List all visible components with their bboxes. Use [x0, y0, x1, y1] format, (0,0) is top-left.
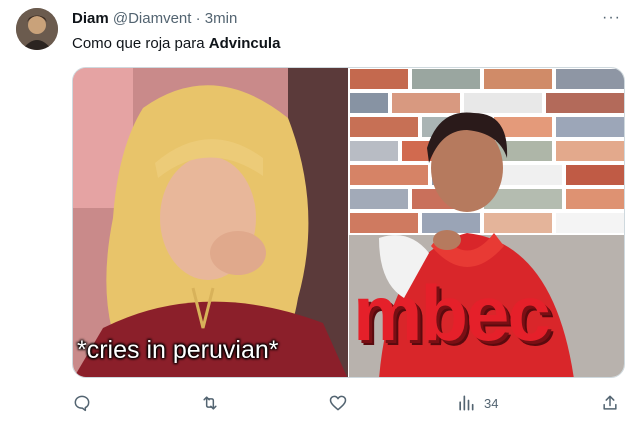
share-icon [603, 395, 617, 410]
heart-icon [329, 395, 347, 411]
tweet-text-bold: Advincula [208, 35, 281, 52]
media-left-image[interactable]: *cries in peruvian* [73, 68, 348, 377]
tweet-text-prefix: Como que roja para [72, 35, 205, 52]
tweet-header: Diam @Diamvent · 3min [72, 10, 237, 28]
more-options-button[interactable]: ··· [602, 9, 621, 27]
display-name[interactable]: Diam [72, 10, 109, 27]
retweet-button[interactable] [200, 391, 220, 415]
timestamp[interactable]: 3min [205, 10, 238, 27]
reply-button[interactable] [72, 391, 92, 415]
media-right-image[interactable]: mbec [349, 68, 624, 377]
tweet-text: Como que roja para Advincula [72, 34, 280, 54]
tweet-actions: 34 [0, 391, 640, 415]
tweet-media[interactable]: *cries in peruvian* mbec [72, 67, 625, 378]
meme-overlay-text: mbec [353, 269, 551, 357]
handle[interactable]: @Diamvent [113, 10, 192, 27]
views-icon [459, 395, 474, 411]
views-button[interactable]: 34 [456, 391, 498, 415]
separator: · [195, 10, 201, 27]
avatar[interactable] [16, 8, 58, 50]
reply-icon [74, 395, 90, 412]
retweet-icon [203, 396, 217, 410]
share-button[interactable] [600, 391, 620, 415]
views-count: 34 [484, 395, 499, 411]
meme-caption: *cries in peruvian* [77, 336, 279, 364]
like-button[interactable] [328, 391, 348, 415]
